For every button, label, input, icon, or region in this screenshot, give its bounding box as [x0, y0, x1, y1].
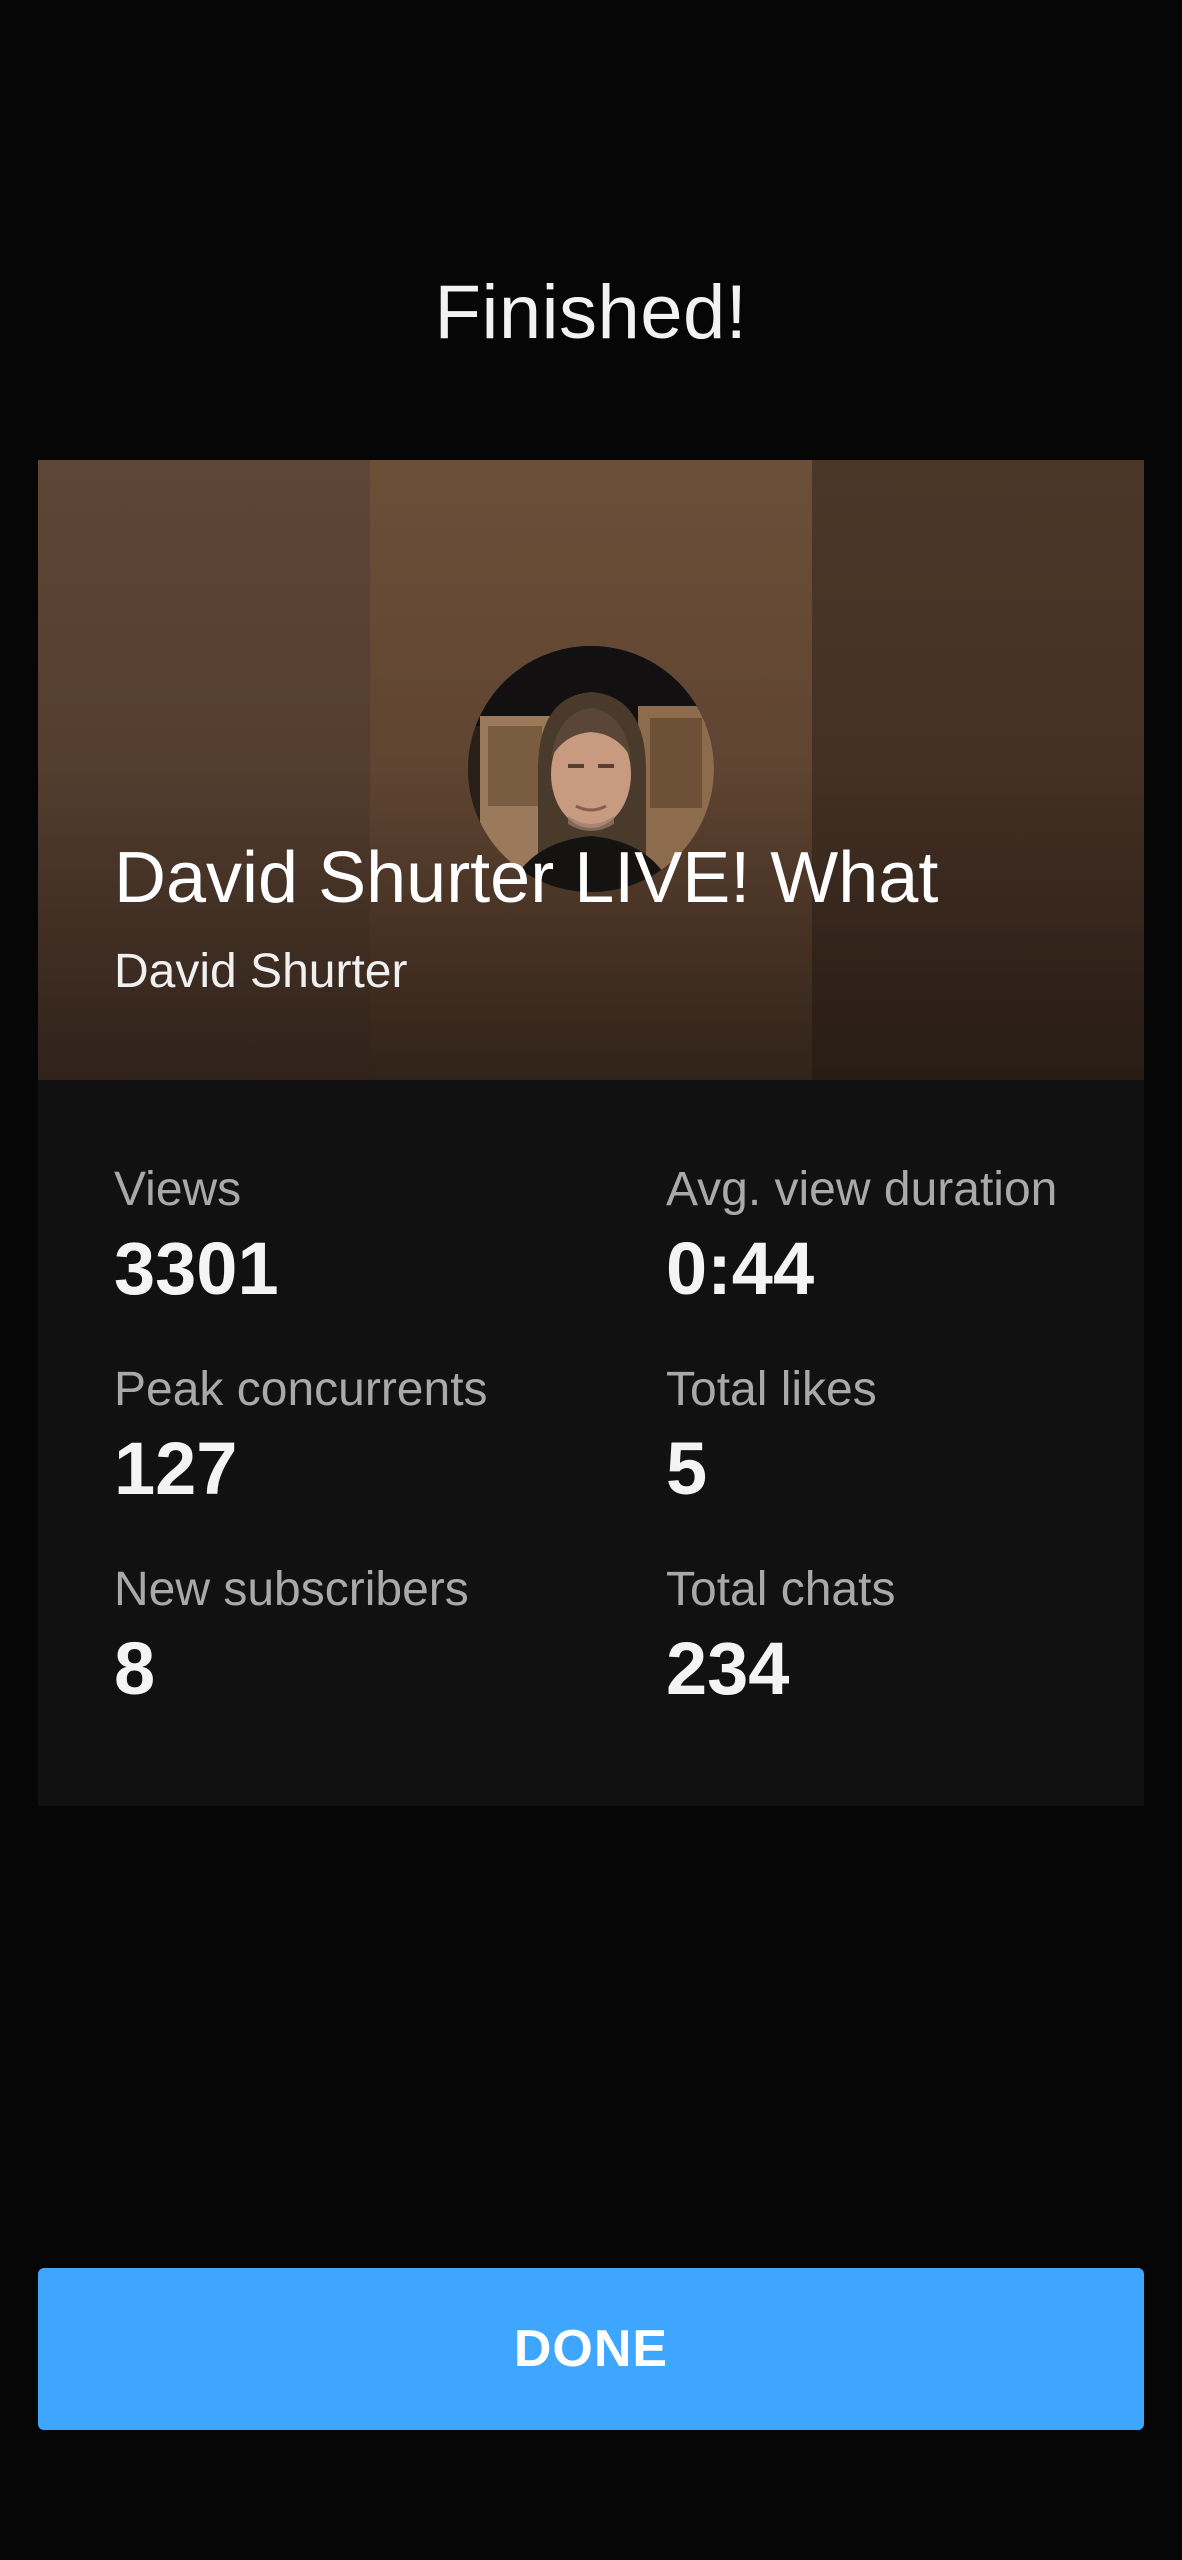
- stat-label: Peak concurrents: [114, 1363, 488, 1416]
- stream-thumbnail: David Shurter LIVE! What David Shurter: [38, 460, 1144, 1080]
- stat-avg-view-duration: Avg. view duration 0:44: [666, 1162, 1126, 1314]
- stat-new-subscribers: New subscribers 8: [114, 1562, 574, 1714]
- stat-label: Total likes: [666, 1363, 877, 1416]
- stat-value: 127: [114, 1427, 238, 1510]
- stat-label: Views: [114, 1163, 242, 1216]
- stat-label: New subscribers: [114, 1563, 469, 1616]
- channel-name: David Shurter: [114, 945, 408, 998]
- stat-value: 234: [666, 1627, 790, 1710]
- stat-total-likes: Total likes 5: [666, 1362, 1126, 1514]
- stat-total-chats: Total chats 234: [666, 1562, 1126, 1714]
- stat-value: 8: [114, 1627, 156, 1710]
- stat-peak-concurrents: Peak concurrents 127: [114, 1362, 574, 1514]
- done-button[interactable]: DONE: [38, 2268, 1144, 2430]
- stat-value: 0:44: [666, 1227, 815, 1310]
- stream-summary-card: David Shurter LIVE! What David Shurter V…: [38, 460, 1144, 1806]
- stat-label: Total chats: [666, 1563, 896, 1616]
- stat-views: Views 3301: [114, 1162, 574, 1314]
- stat-value: 3301: [114, 1227, 279, 1310]
- page-title: Finished!: [434, 270, 748, 355]
- stat-value: 5: [666, 1427, 708, 1510]
- stream-title: David Shurter LIVE! What: [114, 838, 939, 918]
- stat-label: Avg. view duration: [666, 1163, 1058, 1216]
